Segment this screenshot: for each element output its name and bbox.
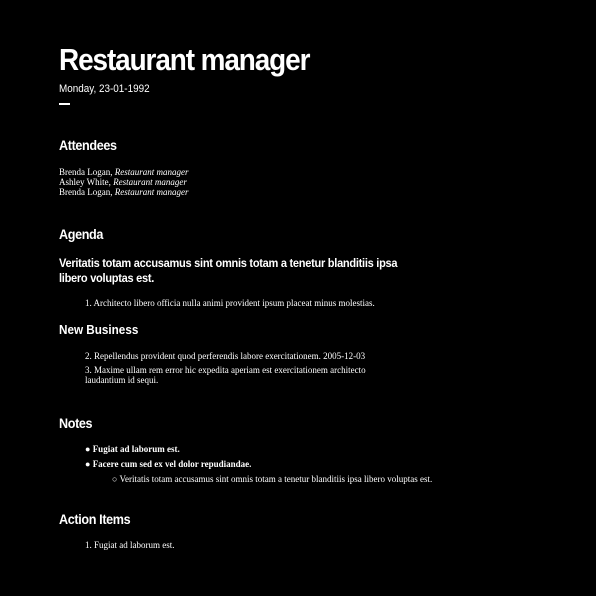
list-item: ● Fugiat ad laborum est.: [59, 444, 432, 454]
circle-bullet-icon: ○: [112, 474, 118, 484]
attendees-list: Brenda Logan, Restaurant manager Ashley …: [59, 167, 188, 197]
item-number: 2.: [85, 351, 92, 361]
attendee-name: Brenda Logan,: [59, 167, 115, 177]
attendee-item: Brenda Logan, Restaurant manager: [59, 187, 188, 197]
item-number: 3.: [85, 365, 92, 375]
list-item: ● Facere cum sed ex vel dolor repudianda…: [59, 459, 432, 469]
item-text: Fugiat ad laborum est.: [94, 540, 175, 550]
new-business-list: 2. Repellendus provident quod perferendi…: [59, 351, 405, 385]
item-number: 1.: [85, 298, 92, 308]
meeting-date: Monday, 23-01-1992: [59, 83, 150, 95]
attendee-name: Brenda Logan,: [59, 187, 115, 197]
notes-list: ● Fugiat ad laborum est. ● Facere cum se…: [59, 444, 432, 484]
document-page: Restaurant manager Monday, 23-01-1992 At…: [0, 0, 596, 596]
attendee-item: Ashley White, Restaurant manager: [59, 177, 188, 187]
agenda-list: 1. Architecto libero officia nulla animi…: [59, 298, 405, 308]
item-text: Facere cum sed ex vel dolor repudiandae.: [92, 459, 252, 469]
list-item: ○ Veritatis totam accusamus sint omnis t…: [59, 474, 432, 484]
attendee-role: Restaurant manager: [114, 187, 189, 197]
attendee-name: Ashley White,: [59, 177, 114, 187]
action-items-list: 1. Fugiat ad laborum est.: [59, 540, 405, 550]
list-item: 1. Architecto libero officia nulla animi…: [59, 298, 405, 308]
attendee-role: Restaurant manager: [114, 167, 189, 177]
agenda-topic: Veritatis totam accusamus sint omnis tot…: [59, 256, 398, 285]
page-title: Restaurant manager: [59, 42, 310, 77]
list-item: 1. Fugiat ad laborum est.: [59, 540, 405, 550]
new-business-heading: New Business: [59, 322, 139, 337]
item-text: Repellendus provident quod perferendis l…: [94, 351, 366, 361]
action-items-heading: Action Items: [59, 511, 131, 527]
item-text: Maxime ullam rem error hic expedita aper…: [85, 365, 366, 385]
title-divider: [59, 103, 70, 105]
item-number: 1.: [85, 540, 92, 550]
attendee-role: Restaurant manager: [113, 177, 187, 187]
list-item: 3. Maxime ullam rem error hic expedita a…: [59, 365, 405, 385]
item-text: Fugiat ad laborum est.: [92, 444, 180, 454]
list-item: 2. Repellendus provident quod perferendi…: [59, 351, 405, 361]
item-text: Architecto libero officia nulla animi pr…: [93, 298, 375, 308]
bullet-icon: ●: [85, 444, 91, 454]
notes-heading: Notes: [59, 415, 93, 431]
agenda-heading: Agenda: [59, 226, 104, 242]
attendees-heading: Attendees: [59, 137, 117, 153]
item-text: Veritatis totam accusamus sint omnis tot…: [119, 474, 433, 484]
attendee-item: Brenda Logan, Restaurant manager: [59, 167, 188, 177]
bullet-icon: ●: [85, 459, 91, 469]
